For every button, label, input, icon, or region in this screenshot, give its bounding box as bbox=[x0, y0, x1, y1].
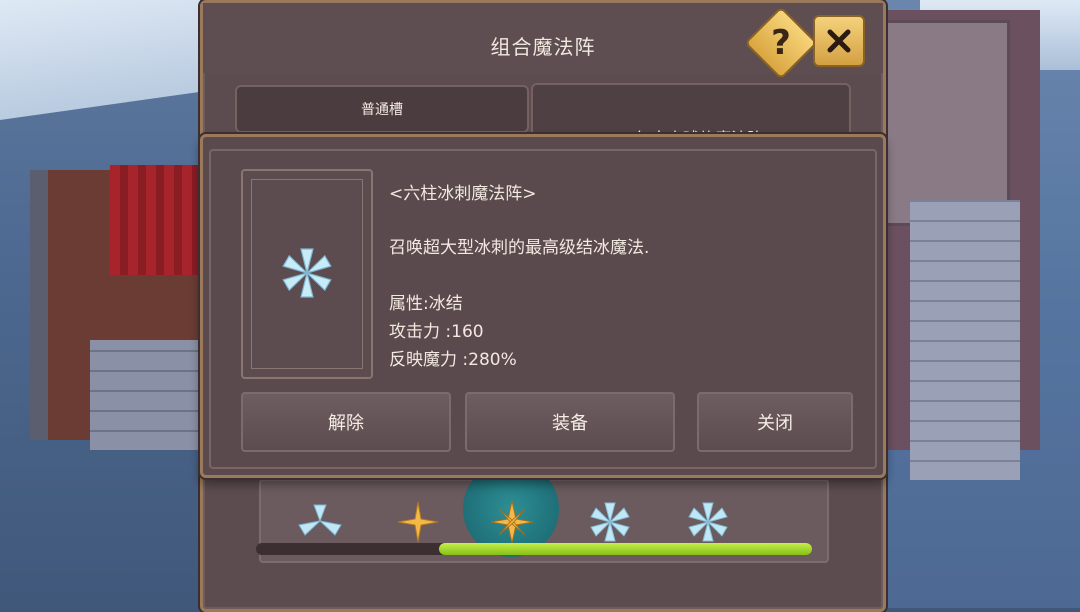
equip-button[interactable]: 装备 bbox=[465, 392, 675, 452]
ice-flower-icon[interactable] bbox=[585, 497, 635, 547]
list-scrollbar-thumb[interactable] bbox=[439, 543, 812, 555]
four-point-star-gold-icon[interactable] bbox=[393, 497, 443, 547]
ice-flower-icon bbox=[282, 248, 332, 298]
close-button[interactable]: 关闭 bbox=[697, 392, 853, 452]
wardrobe bbox=[884, 20, 1010, 226]
question-icon[interactable]: ? bbox=[755, 17, 807, 69]
spell-name: <六柱冰刺魔法阵> bbox=[389, 184, 537, 204]
ice-flower-icon[interactable] bbox=[683, 497, 733, 547]
tab-normal-slot[interactable]: 普通槽 bbox=[235, 85, 529, 133]
cross-spike-gold-icon[interactable] bbox=[487, 497, 537, 547]
stone-wall-right bbox=[910, 200, 1020, 480]
release-button[interactable]: 解除 bbox=[241, 392, 451, 452]
spell-attack: 攻击力 :160 bbox=[389, 322, 484, 342]
red-curtain bbox=[110, 165, 210, 275]
spell-description: 召唤超大型冰刺的最高级结冰魔法. bbox=[389, 238, 650, 258]
close-x-button[interactable] bbox=[813, 15, 865, 67]
spell-detail-modal: <六柱冰刺魔法阵> 召唤超大型冰刺的最高级结冰魔法. 属性:冰结 攻击力 :16… bbox=[200, 134, 886, 478]
tri-blade-ice-icon[interactable] bbox=[295, 497, 345, 547]
close-icon bbox=[827, 29, 851, 53]
spell-attribute: 属性:冰结 bbox=[389, 294, 463, 314]
spell-icon-card bbox=[241, 169, 373, 379]
spell-reflect-magic: 反映魔力 :280% bbox=[389, 350, 517, 370]
